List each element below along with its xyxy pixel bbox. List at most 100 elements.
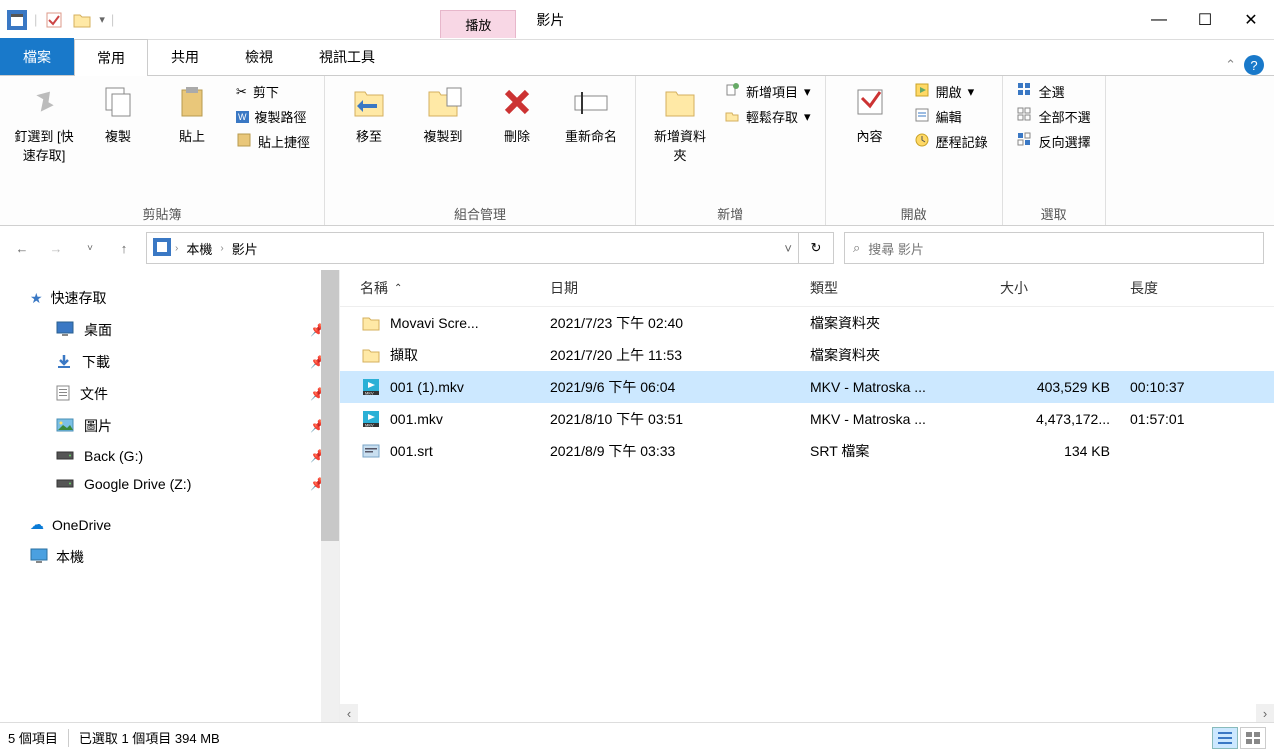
properties-button[interactable]: 內容 xyxy=(840,82,900,145)
tree-thispc[interactable]: 本機 xyxy=(30,547,329,567)
file-type: SRT 檔案 xyxy=(810,441,1000,461)
tree-scroll-thumb[interactable] xyxy=(321,270,339,541)
column-name[interactable]: 名稱⌃ xyxy=(360,278,550,298)
group-new-label: 新增 xyxy=(650,202,811,223)
tree-item[interactable]: Back (G:)📌 xyxy=(52,442,329,470)
invert-icon xyxy=(1017,132,1033,151)
tree-quick-access[interactable]: ★ 快速存取 xyxy=(30,288,329,308)
qat-divider2: | xyxy=(111,12,114,27)
file-type: MKV - Matroska ... xyxy=(810,379,1000,395)
tab-view[interactable]: 檢視 xyxy=(222,38,296,75)
select-all-button[interactable]: 全選 xyxy=(1017,82,1091,101)
recent-dropdown[interactable]: ˅ xyxy=(78,236,102,260)
cut-button[interactable]: ✂剪下 xyxy=(236,82,310,101)
tree-item[interactable]: 圖片📌 xyxy=(52,410,329,442)
breadcrumb-seg1[interactable]: 本機 xyxy=(182,237,216,260)
copy-button[interactable]: 複製 xyxy=(88,82,148,145)
search-placeholder: 搜尋 影片 xyxy=(868,239,924,258)
search-box[interactable]: ⌕ 搜尋 影片 xyxy=(844,232,1264,264)
qat-folder-icon[interactable] xyxy=(71,9,93,31)
breadcrumb-seg2[interactable]: 影片 xyxy=(228,237,262,260)
context-tab-play[interactable]: 播放 xyxy=(440,10,516,38)
tree-item-label: Back (G:) xyxy=(84,448,143,464)
hscroll-thumb[interactable] xyxy=(358,704,1256,722)
invert-selection-button[interactable]: 反向選擇 xyxy=(1017,132,1091,151)
edit-icon xyxy=(914,107,930,126)
group-clipboard-label: 剪貼簿 xyxy=(14,202,310,223)
view-details-button[interactable] xyxy=(1212,727,1238,749)
back-button[interactable]: ← xyxy=(10,236,34,260)
address-bar[interactable]: › 本機 › 影片 ˅ xyxy=(146,232,799,264)
delete-icon xyxy=(497,82,537,122)
column-type[interactable]: 類型 xyxy=(810,278,1000,298)
maximize-button[interactable]: ☐ xyxy=(1182,0,1228,40)
forward-button[interactable]: → xyxy=(44,236,68,260)
hscroll-right[interactable]: › xyxy=(1256,704,1274,722)
qat-dropdown[interactable]: ▾ xyxy=(99,13,105,26)
tab-video-tools[interactable]: 視訊工具 xyxy=(296,38,398,75)
ribbon-collapse[interactable]: ⌃ xyxy=(1225,57,1236,73)
close-button[interactable]: ✕ xyxy=(1228,0,1274,40)
group-organize-label: 組合管理 xyxy=(339,202,621,223)
file-length: 00:10:37 xyxy=(1130,379,1230,395)
download-icon xyxy=(56,353,72,372)
paste-button[interactable]: 貼上 xyxy=(162,82,222,145)
file-row[interactable]: 擷取 2021/7/20 上午 11:53 檔案資料夾 xyxy=(340,339,1274,371)
tree-onedrive[interactable]: ☁ OneDrive xyxy=(30,516,329,533)
copy-to-button[interactable]: 複製到 xyxy=(413,82,473,145)
hscroll-left[interactable]: ‹ xyxy=(340,704,358,722)
history-icon xyxy=(914,132,930,151)
file-name: 001.mkv xyxy=(390,411,443,427)
tab-home[interactable]: 常用 xyxy=(74,39,148,76)
tab-share[interactable]: 共用 xyxy=(148,38,222,75)
column-size[interactable]: 大小 xyxy=(1000,278,1130,298)
tree-item[interactable]: Google Drive (Z:)📌 xyxy=(52,470,329,498)
qat-divider: | xyxy=(34,12,37,27)
folder-icon xyxy=(360,344,382,366)
desktop-icon xyxy=(56,321,74,340)
up-button[interactable]: ↑ xyxy=(112,236,136,260)
copy-path-button[interactable]: W複製路徑 xyxy=(236,107,310,126)
tab-file[interactable]: 檔案 xyxy=(0,38,74,75)
address-dropdown[interactable]: ˅ xyxy=(784,241,792,256)
help-button[interactable]: ? xyxy=(1244,55,1264,75)
file-row[interactable]: 001.srt 2021/8/9 下午 03:33 SRT 檔案 134 KB xyxy=(340,435,1274,467)
move-to-button[interactable]: 移至 xyxy=(339,82,399,145)
drive-icon xyxy=(56,448,74,464)
new-item-button[interactable]: 新增項目 ▾ xyxy=(724,82,811,101)
column-date[interactable]: 日期 xyxy=(550,278,810,298)
open-button[interactable]: 開啟 ▾ xyxy=(914,82,988,101)
file-row[interactable]: MKV001 (1).mkv 2021/9/6 下午 06:04 MKV - M… xyxy=(340,371,1274,403)
file-row[interactable]: MKV001.mkv 2021/8/10 下午 03:51 MKV - Matr… xyxy=(340,403,1274,435)
folder-icon xyxy=(360,312,382,334)
tree-item[interactable]: 桌面📌 xyxy=(52,314,329,346)
new-folder-button[interactable]: 新增資料夾 xyxy=(650,82,710,164)
drive-icon xyxy=(56,476,74,492)
chevron-icon[interactable]: › xyxy=(220,243,223,254)
view-large-button[interactable] xyxy=(1240,727,1266,749)
tree-item[interactable]: 下載📌 xyxy=(52,346,329,378)
open-icon xyxy=(914,82,930,101)
select-none-icon xyxy=(1017,107,1033,126)
tree-item[interactable]: 文件📌 xyxy=(52,378,329,410)
pictures-icon xyxy=(56,418,74,435)
paste-icon xyxy=(172,82,212,122)
refresh-button[interactable]: ↻ xyxy=(798,232,834,264)
tree-item-label: 文件 xyxy=(80,384,108,404)
file-name: 擷取 xyxy=(390,345,418,365)
paste-shortcut-button[interactable]: 貼上捷徑 xyxy=(236,132,310,151)
pin-quick-access-button[interactable]: 釘選到 [快速存取] xyxy=(14,82,74,164)
rename-button[interactable]: 重新命名 xyxy=(561,82,621,145)
easy-access-button[interactable]: 輕鬆存取 ▾ xyxy=(724,107,811,126)
chevron-icon[interactable]: › xyxy=(175,243,178,254)
select-none-button[interactable]: 全部不選 xyxy=(1017,107,1091,126)
column-length[interactable]: 長度 xyxy=(1130,278,1230,298)
qat-check-icon[interactable] xyxy=(43,9,65,31)
file-row[interactable]: Movavi Scre... 2021/7/23 下午 02:40 檔案資料夾 xyxy=(340,307,1274,339)
minimize-button[interactable]: — xyxy=(1136,0,1182,40)
history-button[interactable]: 歷程記錄 xyxy=(914,132,988,151)
edit-button[interactable]: 編輯 xyxy=(914,107,988,126)
delete-button[interactable]: 刪除 xyxy=(487,82,547,145)
file-name: Movavi Scre... xyxy=(390,315,479,331)
srt-icon xyxy=(360,440,382,462)
